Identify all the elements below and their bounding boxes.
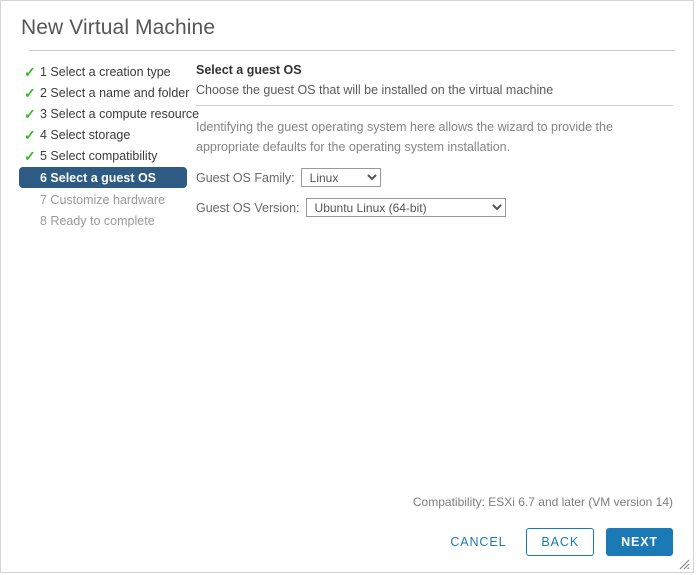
- guest-os-family-row: Guest OS Family: Linux: [196, 168, 673, 187]
- pane-subtitle: Choose the guest OS that will be install…: [196, 83, 554, 97]
- sidebar-item-select-a-name-and-folder[interactable]: ✓ 2 Select a name and folder: [19, 83, 191, 102]
- pane-divider: [196, 105, 673, 106]
- pane-title: Select a guest OS: [196, 63, 302, 77]
- check-icon: ✓: [24, 84, 36, 101]
- sidebar-item-ready-to-complete[interactable]: 8 Ready to complete: [19, 211, 191, 230]
- sidebar-item-label: 8 Ready to complete: [40, 213, 155, 228]
- sidebar-item-select-a-creation-type[interactable]: ✓ 1 Select a creation type: [19, 62, 191, 81]
- sidebar-item-label: 3 Select a compute resource: [40, 106, 200, 121]
- sidebar-item-select-compatibility[interactable]: ✓ 5 Select compatibility: [19, 146, 191, 165]
- dialog-header: New Virtual Machine: [1, 1, 693, 41]
- wizard-step-list: ✓ 1 Select a creation type ✓ 2 Select a …: [1, 62, 199, 232]
- sidebar-item-select-a-guest-os[interactable]: 6 Select a guest OS: [19, 167, 187, 188]
- sidebar-item-select-storage[interactable]: ✓ 4 Select storage: [19, 125, 191, 144]
- guest-os-version-select[interactable]: Ubuntu Linux (64-bit): [305, 198, 506, 217]
- cancel-button[interactable]: CANCEL: [442, 529, 514, 555]
- new-virtual-machine-dialog: New Virtual Machine ✓ 1 Select a creatio…: [0, 0, 694, 573]
- check-icon: ✓: [24, 105, 36, 122]
- sidebar-item-customize-hardware[interactable]: 7 Customize hardware: [19, 190, 191, 209]
- guest-os-version-label: Guest OS Version:: [196, 200, 300, 215]
- sidebar-item-label: 4 Select storage: [40, 127, 131, 142]
- pane-description: Identifying the guest operating system h…: [196, 120, 613, 154]
- content-pane: Select a guest OS Choose the guest OS th…: [191, 62, 693, 217]
- sidebar-item-select-a-compute-resource[interactable]: ✓ 3 Select a compute resource: [19, 104, 199, 123]
- back-button[interactable]: BACK: [526, 528, 595, 556]
- footer-button-row: CANCEL BACK NEXT: [21, 528, 673, 556]
- check-icon: ✓: [24, 63, 36, 80]
- sidebar-item-label: 1 Select a creation type: [40, 64, 171, 79]
- dialog-body: ✓ 1 Select a creation type ✓ 2 Select a …: [1, 51, 693, 232]
- sidebar-item-label: 5 Select compatibility: [40, 148, 158, 163]
- next-button[interactable]: NEXT: [606, 528, 673, 556]
- dialog-footer: Compatibility: ESXi 6.7 and later (VM ve…: [1, 495, 693, 572]
- guest-os-version-row: Guest OS Version: Ubuntu Linux (64-bit): [196, 198, 673, 217]
- check-icon: ✓: [24, 126, 36, 143]
- sidebar-item-label: 2 Select a name and folder: [40, 85, 190, 100]
- sidebar-item-label: 6 Select a guest OS: [40, 170, 157, 185]
- page-title: New Virtual Machine: [21, 16, 216, 39]
- compatibility-text: Compatibility: ESXi 6.7 and later (VM ve…: [412, 495, 673, 509]
- guest-os-family-label: Guest OS Family:: [196, 170, 295, 185]
- sidebar-item-label: 7 Customize hardware: [40, 192, 166, 207]
- resize-handle-icon[interactable]: [678, 557, 690, 570]
- check-icon: ✓: [24, 147, 36, 164]
- guest-os-family-select[interactable]: Linux: [300, 168, 381, 187]
